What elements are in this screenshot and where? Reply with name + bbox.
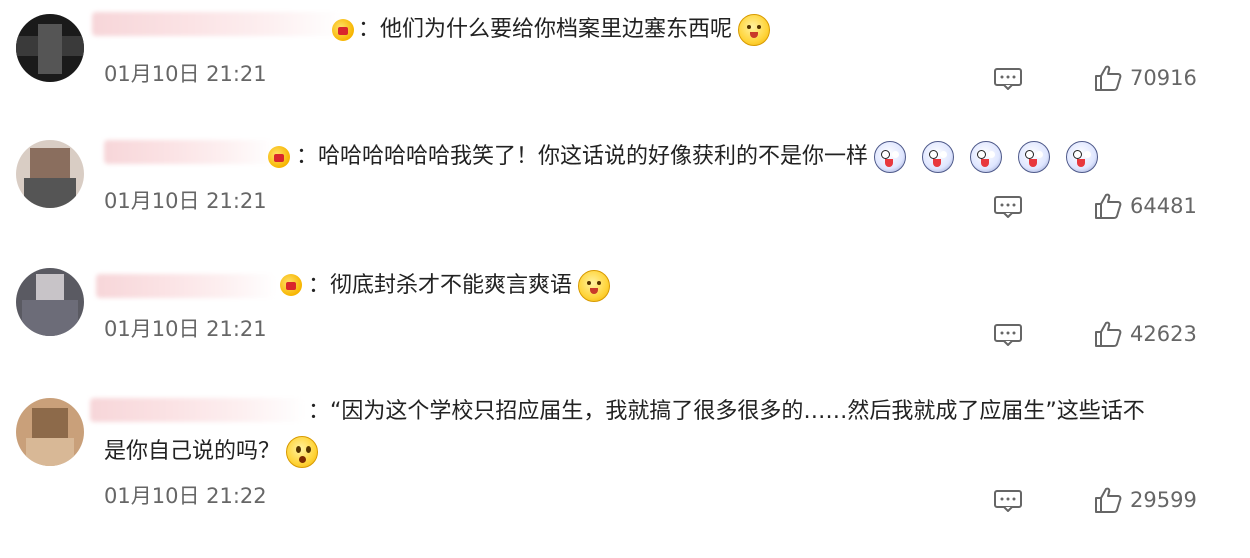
like-count: 70916 xyxy=(1130,66,1197,90)
ghost-emoji-icon xyxy=(1066,141,1099,173)
username-blurred[interactable] xyxy=(90,398,305,422)
ghost-emoji-icon xyxy=(1018,141,1051,173)
username-blurred[interactable] xyxy=(92,12,342,36)
comment-icon[interactable] xyxy=(994,196,1022,218)
like-count: 64481 xyxy=(1130,194,1197,218)
ghost-emoji-icon xyxy=(874,141,907,173)
comment-icon[interactable] xyxy=(994,324,1022,346)
like-count: 42623 xyxy=(1130,322,1197,346)
avatar[interactable] xyxy=(16,268,84,336)
comment-text: ：彻底封杀才不能爽言爽语 xyxy=(308,266,611,306)
smile-emoji-icon xyxy=(578,270,611,302)
comment-timestamp: 01月10日 21:21 xyxy=(104,62,267,86)
comment-text-line-1: ：“因为这个学校只招应届生，我就搞了很多很多的……然后我就成了应届生”这些话不 xyxy=(308,399,1145,424)
ghost-emoji-icon xyxy=(970,141,1003,173)
comment-timestamp: 01月10日 21:21 xyxy=(104,189,267,213)
like-count: 29599 xyxy=(1130,488,1197,512)
comment-timestamp: 01月10日 21:21 xyxy=(104,317,267,341)
avatar[interactable] xyxy=(16,140,84,208)
comment-icon[interactable] xyxy=(994,490,1022,512)
thumbs-up-icon[interactable] xyxy=(1094,192,1122,220)
thumbs-up-icon[interactable] xyxy=(1094,486,1122,514)
vip-badge-icon xyxy=(280,274,302,296)
comment-text: ：哈哈哈哈哈哈我笑了！你这话说的好像获利的不是你一样 xyxy=(296,137,1099,177)
thumbs-up-icon[interactable] xyxy=(1094,320,1122,348)
comment-timestamp: 01月10日 21:22 xyxy=(104,484,267,508)
smile-emoji-icon xyxy=(738,14,771,46)
vip-badge-icon xyxy=(332,19,354,41)
comment-text: ：他们为什么要给你档案里边塞东西呢 xyxy=(358,10,771,50)
username-blurred[interactable] xyxy=(104,140,274,164)
comment-icon[interactable] xyxy=(994,68,1022,90)
shock-emoji-icon xyxy=(286,436,319,468)
avatar[interactable] xyxy=(16,398,84,466)
comment-text-line-2: 是你自己说的吗？ xyxy=(104,432,319,472)
avatar[interactable] xyxy=(16,14,84,82)
thumbs-up-icon[interactable] xyxy=(1094,64,1122,92)
ghost-emoji-icon xyxy=(922,141,955,173)
vip-badge-icon xyxy=(268,146,290,168)
username-blurred[interactable] xyxy=(96,274,276,298)
